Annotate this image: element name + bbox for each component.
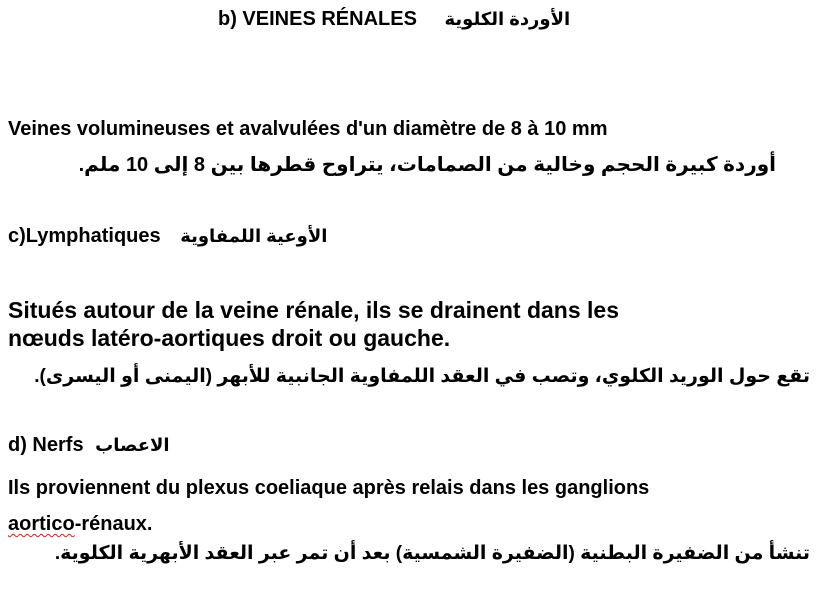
lymph-text-ar: تقع حول الوريد الكلوي، وتصب في العقد الل… [34,366,810,387]
section-heading-nerfs: d) Nerfs الاعصاب [8,434,170,457]
veines-text-ar: أوردة كبيرة الحجم وخالية من الصمامات، يت… [78,154,776,176]
lymph-text-fr: Situés autour de la veine rénale, ils se… [8,296,619,352]
nerfs-text-fr-line2: aortico-rénaux. [8,506,649,542]
nerfs-text-fr-line1: Ils proviennent du plexus coeliaque aprè… [8,477,650,499]
title-ar: الأوردة الكلوية [444,9,571,29]
title-fr: b) VEINES RÉNALES [218,8,417,30]
nerfs-heading-ar: الاعصاب [95,435,170,455]
lymph-text-fr-line2: nœuds latéro-aortiques droit ou gauche. [8,325,451,351]
nerfs-text-ar: تنشأ من الضفيرة البطنية (الضفيرة الشمسية… [54,543,810,564]
section-title-veines: b) VEINES RÉNALES الأوردة الكلوية [218,8,570,31]
lymph-text-fr-line1: Situés autour de la veine rénale, ils se… [8,297,620,323]
lymph-heading-ar: الأوعية اللمفاوية [180,226,328,246]
nerfs-text-fr: Ils proviennent du plexus coeliaque aprè… [8,470,649,542]
nerfs-heading-fr: d) Nerfs [8,434,84,456]
veines-text-fr: Veines volumineuses et avalvulées d'un d… [8,118,608,140]
section-heading-lymphatiques: c)Lymphatiques الأوعية اللمفاوية [8,225,327,248]
lymph-heading-fr: c)Lymphatiques [8,225,161,247]
spellcheck-underlined-word: aortico [8,513,75,535]
nerfs-text-fr-line2-rest: -rénaux. [74,513,153,535]
